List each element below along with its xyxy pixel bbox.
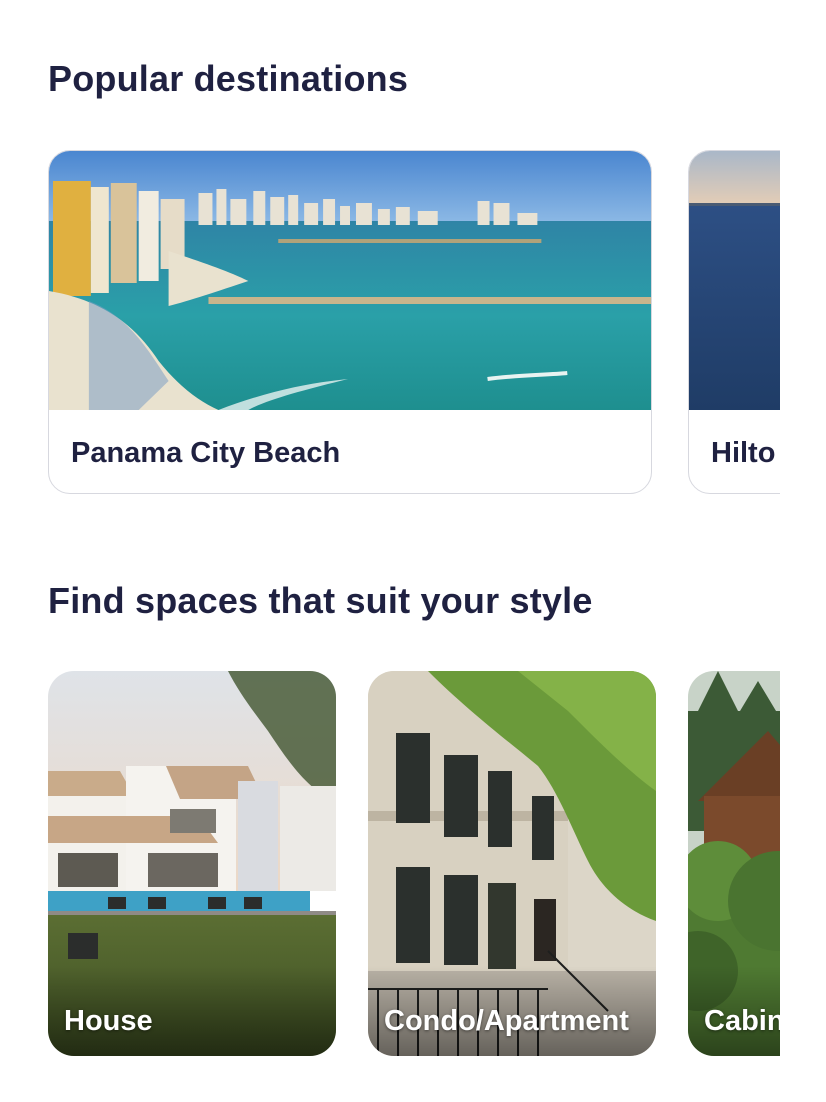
page: Popular destinations Panama City Beach H… (0, 0, 826, 1102)
destination-label: Panama City Beach (71, 437, 341, 469)
destination-label: Hilto (711, 437, 776, 469)
destination-card-hilton[interactable]: Hilto (688, 150, 780, 494)
ocean-photo (689, 151, 780, 410)
style-label: Condo/Apartment (384, 1005, 629, 1037)
style-card-house[interactable]: House (48, 671, 336, 1056)
beach-skyline-photo (49, 151, 651, 410)
styles-heading: Find spaces that suit your style (48, 580, 593, 621)
destinations-carousel[interactable]: Panama City Beach Hilto (48, 150, 780, 496)
styles-carousel[interactable]: House Condo/Apartment Cabin (48, 671, 780, 1057)
style-card-condo-apartment[interactable]: Condo/Apartment (368, 671, 656, 1056)
style-label: House (64, 1005, 153, 1037)
popular-destinations-heading: Popular destinations (48, 58, 409, 99)
destination-card-panama-city-beach[interactable]: Panama City Beach (48, 150, 652, 494)
style-label: Cabin (704, 1005, 780, 1037)
style-card-cabin[interactable]: Cabin (688, 671, 780, 1056)
